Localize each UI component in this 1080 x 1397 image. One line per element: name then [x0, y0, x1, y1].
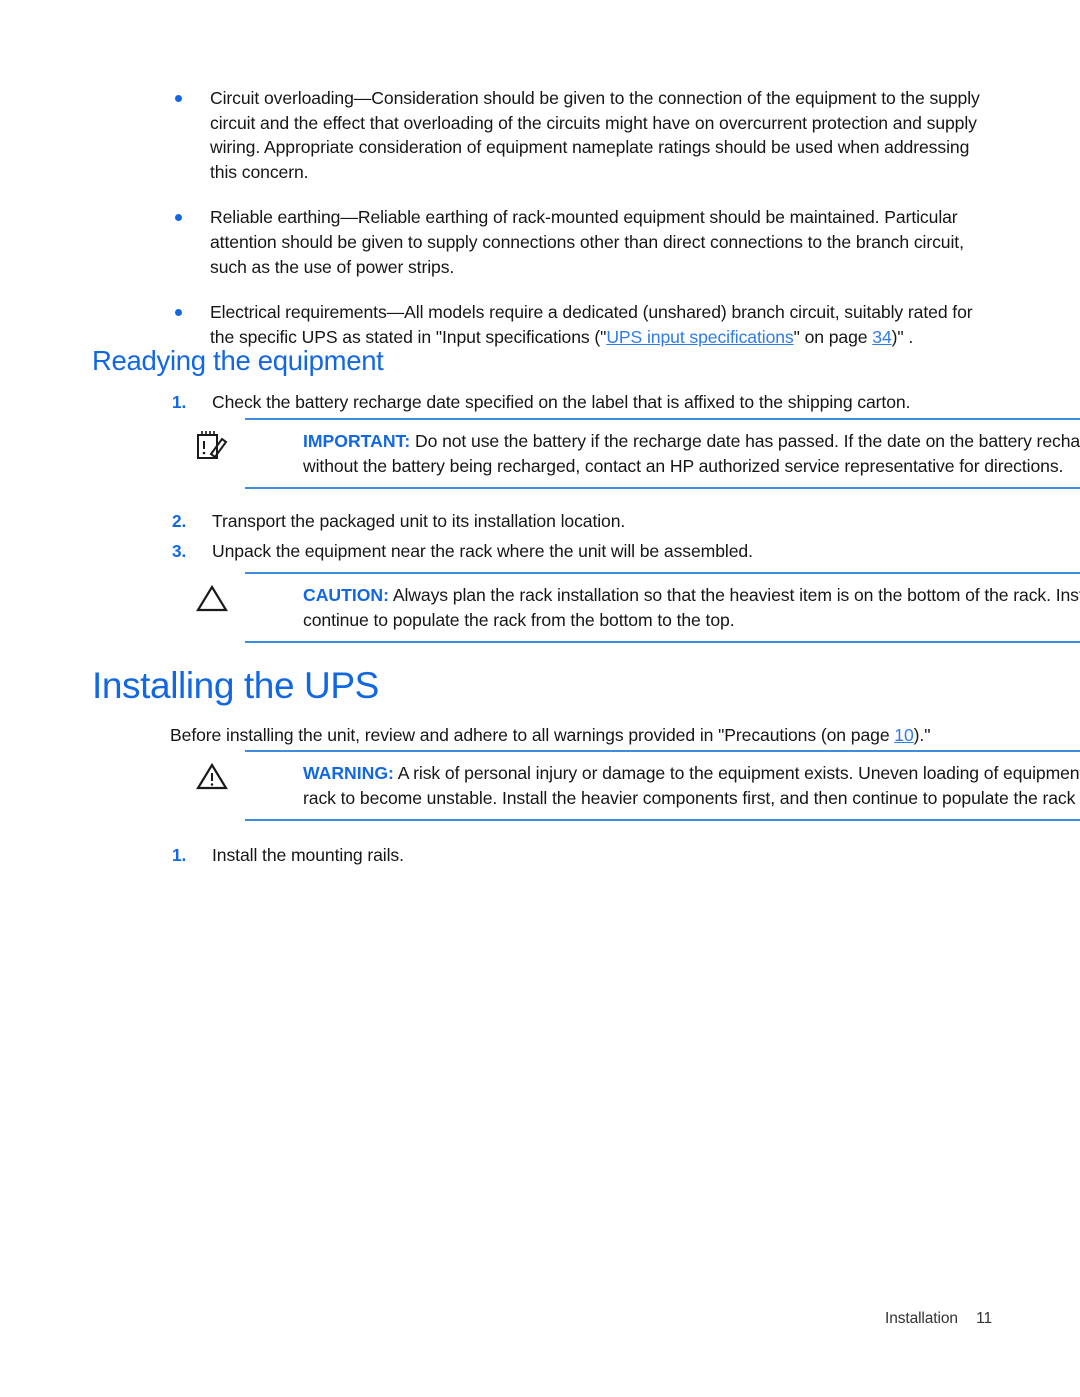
- important-callout-body: IMPORTANT: Do not use the battery if the…: [245, 429, 1080, 478]
- section-heading-readying-the-equipment: Readying the equipment: [92, 345, 384, 376]
- ordered-step-3: 3. Unpack the equipment near the rack wh…: [0, 539, 1080, 564]
- caution-callout-body: CAUTION: Always plan the rack installati…: [245, 583, 1080, 632]
- step-number: 3.: [172, 541, 187, 561]
- footer-page-number: 11: [976, 1310, 992, 1327]
- bullet-dot-icon: [175, 95, 182, 102]
- important-text: Do not use the battery if the recharge d…: [303, 431, 1080, 476]
- step-text: Transport the packaged unit to its insta…: [212, 511, 626, 531]
- bullet-text-after: )" .: [891, 326, 914, 347]
- step-text: Unpack the equipment near the rack where…: [212, 541, 753, 561]
- step-number: 2.: [172, 511, 187, 531]
- ordered-step-1: 1. Check the battery recharge date speci…: [0, 390, 1080, 415]
- bullet-text-mid: " on page: [793, 326, 873, 347]
- warning-triangle-icon: [195, 761, 235, 795]
- bullet-list: Circuit overloading—Consideration should…: [0, 86, 1080, 349]
- intro-text-after: ).": [913, 725, 931, 745]
- ups-input-specifications-link[interactable]: UPS input specifications: [606, 327, 793, 347]
- caution-callout: CAUTION: Always plan the rack installati…: [196, 572, 1080, 644]
- caution-text: Always plan the rack installation so tha…: [303, 585, 1080, 630]
- ordered-step-2: 2. Transport the packaged unit to its in…: [0, 509, 1080, 534]
- step-text: Check the battery recharge date specifie…: [212, 392, 911, 412]
- page-reference-34-link[interactable]: 34: [872, 327, 891, 347]
- step-text: Install the mounting rails.: [212, 845, 404, 865]
- important-label: IMPORTANT:: [303, 431, 411, 451]
- installing-intro-paragraph: Before installing the unit, review and a…: [0, 723, 1080, 748]
- intro-text-before: Before installing the unit, review and a…: [170, 725, 895, 745]
- important-notepad-icon: [195, 429, 235, 463]
- warning-callout-body: WARNING: A risk of personal injury or da…: [245, 761, 1080, 810]
- warning-label: WARNING:: [303, 763, 394, 783]
- caution-label: CAUTION:: [303, 585, 390, 605]
- bullet-text: Circuit overloading—Consideration should…: [210, 88, 980, 182]
- warning-text: A risk of personal injury or damage to t…: [303, 763, 1080, 808]
- list-item: Reliable earthing—Reliable earthing of r…: [0, 205, 1080, 279]
- section-heading-installing-the-ups: Installing the UPS: [92, 665, 379, 706]
- warning-callout: WARNING: A risk of personal injury or da…: [196, 750, 1080, 822]
- list-item: Circuit overloading—Consideration should…: [0, 86, 1080, 184]
- step-number: 1.: [172, 845, 187, 865]
- list-item: Electrical requirements—All models requi…: [0, 300, 1080, 349]
- bullet-text: Reliable earthing—Reliable earthing of r…: [210, 207, 964, 277]
- bullet-dot-icon: [175, 214, 182, 222]
- step-number: 1.: [172, 392, 187, 412]
- bullet-dot-icon: [175, 309, 182, 317]
- install-ordered-step-1: 1. Install the mounting rails.: [0, 843, 1080, 868]
- document-page: Circuit overloading—Consideration should…: [0, 0, 1080, 1397]
- page-footer: Installation 11: [885, 1310, 992, 1328]
- precaution-bullet-list: Circuit overloading—Consideration should…: [0, 86, 1080, 370]
- footer-chapter-label: Installation: [884, 1310, 958, 1327]
- caution-triangle-icon: [195, 583, 235, 617]
- page-reference-10-link[interactable]: 10: [894, 725, 913, 745]
- important-callout: IMPORTANT: Do not use the battery if the…: [197, 418, 1080, 490]
